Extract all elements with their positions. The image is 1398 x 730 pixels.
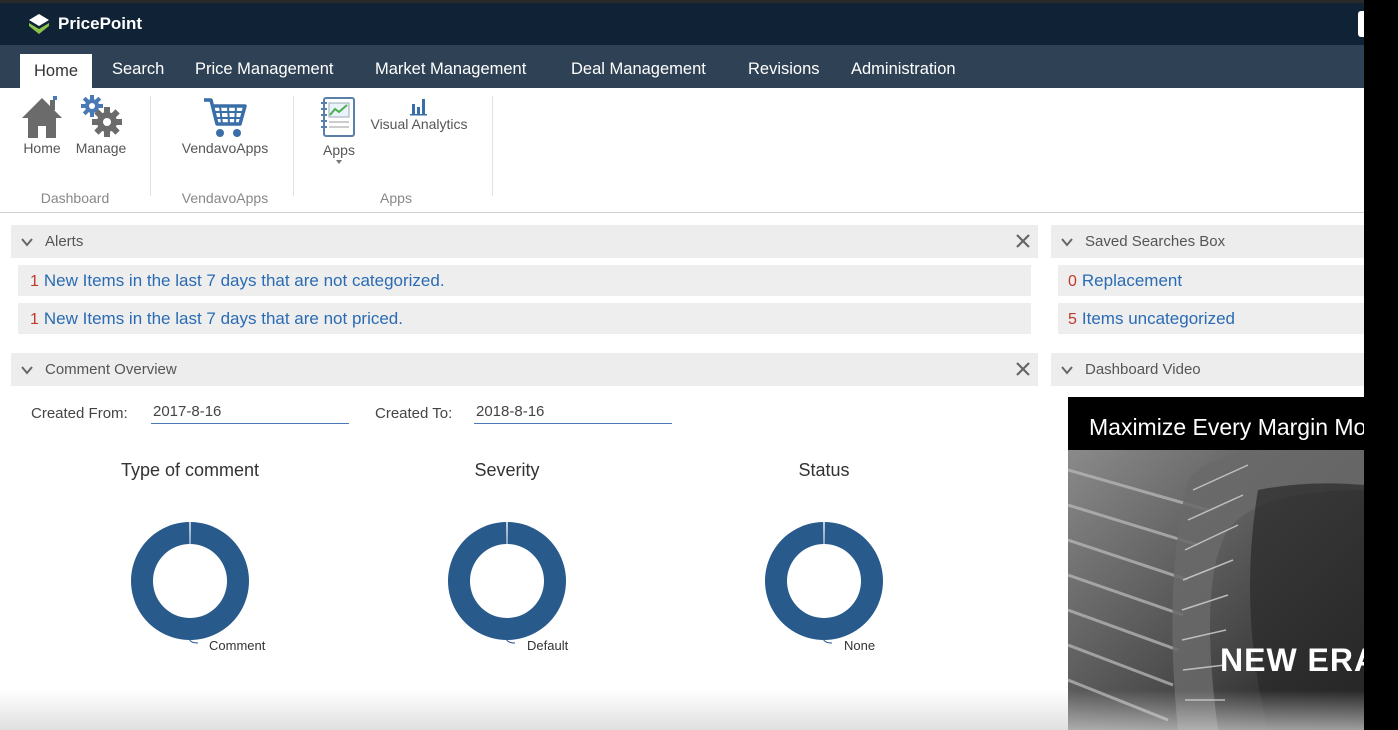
ribbon-home-label: Home [23,140,61,156]
created-to-input[interactable] [474,400,672,424]
bar-chart-icon [410,99,427,116]
ribbon-separator [492,96,493,196]
app-logo[interactable]: PricePoint [28,10,142,38]
saved-search-item[interactable]: 5 Items uncategorized [1058,303,1364,334]
window-edge [1364,0,1398,730]
donut-chart-severity[interactable] [444,518,570,644]
created-from-input[interactable] [151,400,349,424]
app-window: PricePoint Home Search Price Management … [0,0,1364,730]
chart-title-status: Status [798,460,850,480]
chart-title-type-of-comment: Type of comment [120,460,260,480]
created-to-label: Created To: [375,405,453,422]
top-bar: PricePoint [0,0,1364,45]
ribbon-group-dashboard-label: Dashboard [40,190,110,206]
ribbon-separator [293,96,294,196]
gears-icon [81,95,122,137]
tab-administration[interactable]: Administration [837,52,970,88]
comment-overview-panel-header[interactable]: Comment Overview [11,353,1038,386]
tab-price-management[interactable]: Price Management [181,52,348,88]
cart-icon [204,98,247,137]
ribbon-group-apps-label: Apps [380,190,412,206]
tab-search[interactable]: Search [98,52,178,88]
alerts-panel-header[interactable]: Alerts [11,225,1038,258]
saved-search-text: Replacement [1081,271,1183,290]
close-icon[interactable] [1014,360,1032,378]
chart-title-severity: Severity [474,460,540,480]
saved-search-text: Items uncategorized [1081,309,1235,328]
donut-chart-status[interactable] [761,518,887,644]
dashboard-video-player[interactable]: Maximize Every Margin Mo NEW ERA [1068,397,1364,730]
saved-searches-panel-title: Saved Searches Box [1085,233,1226,250]
leader-line [188,636,199,644]
tab-market-management[interactable]: Market Management [361,52,540,88]
ribbon-separator [150,96,151,196]
close-icon[interactable] [1014,232,1032,250]
leader-line [822,636,833,644]
saved-search-count: 0 [1068,273,1077,290]
ribbon-apps-button[interactable]: Apps [318,96,360,164]
pricepoint-logo-icon [29,14,49,34]
chevron-down-icon[interactable] [1061,236,1073,248]
slice-label: Default [527,638,569,653]
ribbon-vendavoapps-label: VendavoApps [181,140,269,156]
donut-slice-none[interactable] [765,522,883,640]
video-caption: NEW ERA [1220,642,1364,678]
alerts-panel-title: Alerts [45,233,84,250]
ribbon-toolbar: Home Manage Dashboard VendavoApps Vendav… [0,88,1364,213]
saved-search-item[interactable]: 0 Replacement [1058,265,1364,296]
dashboard-content: Alerts 1 New Items in the last 7 days tha… [0,214,1364,730]
created-from-label: Created From: [31,405,128,422]
tab-deal-management[interactable]: Deal Management [557,52,720,88]
chevron-down-icon[interactable] [21,364,33,376]
ribbon-vendavoapps-button[interactable]: VendavoApps [175,94,275,156]
app-title: PricePoint [58,14,143,33]
video-headline: Maximize Every Margin Mo [1068,397,1364,450]
saved-searches-panel-header[interactable]: Saved Searches Box [1051,225,1364,258]
video-frame-image [1068,450,1364,730]
ribbon-manage-label: Manage [75,140,127,156]
dashboard-video-panel-title: Dashboard Video [1085,361,1201,378]
chevron-down-icon[interactable] [21,236,33,248]
ribbon-group-vendavoapps-label: VendavoApps [181,190,269,206]
notebook-chart-icon [321,97,355,137]
ribbon-apps-label: Apps [323,142,355,158]
chevron-down-icon [336,160,342,164]
donut-chart-type-of-comment[interactable] [127,518,253,644]
alert-count: 1 [30,311,39,328]
donut-slice-comment[interactable] [131,522,249,640]
dashboard-video-panel-header[interactable]: Dashboard Video [1051,353,1364,386]
donut-slice-default[interactable] [448,522,566,640]
ribbon-visual-analytics-button[interactable]: Visual Analytics [363,96,475,132]
slice-label: None [844,638,876,653]
alert-text: New Items in the last 7 days that are no… [43,309,403,328]
leader-line [505,636,516,644]
comment-overview-panel-title: Comment Overview [45,361,177,378]
slice-label: Comment [209,638,266,653]
ribbon-manage-button[interactable]: Manage [72,94,130,156]
alert-text: New Items in the last 7 days that are no… [43,271,445,290]
home-icon [22,96,62,138]
ribbon-visual-analytics-label: Visual Analytics [370,116,468,132]
tab-revisions[interactable]: Revisions [734,52,834,88]
alert-item[interactable]: 1 New Items in the last 7 days that are n… [18,303,1031,334]
ribbon-home-button[interactable]: Home [20,94,64,156]
alert-count: 1 [30,273,39,290]
saved-search-count: 5 [1068,311,1077,328]
tab-home[interactable]: Home [20,52,93,88]
chevron-down-icon[interactable] [1061,364,1073,376]
main-nav: Home Search Price Management Market Mana… [0,45,1364,88]
alert-item[interactable]: 1 New Items in the last 7 days that are n… [18,265,1031,296]
